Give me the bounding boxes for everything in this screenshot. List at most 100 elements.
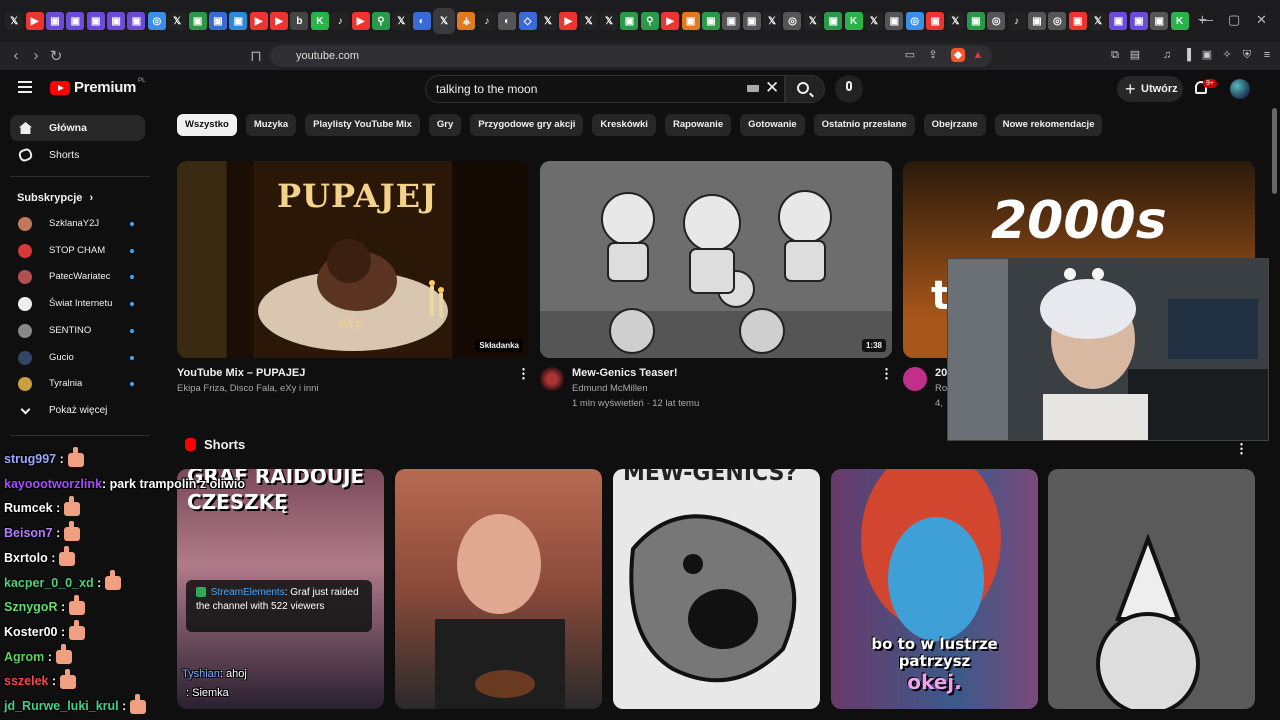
short-card[interactable]: MEW-GENICS?: [613, 469, 820, 709]
browser-tab[interactable]: ▣: [1068, 12, 1087, 30]
video-thumbnail[interactable]: 1:38: [540, 161, 892, 358]
sidebar-subscription[interactable]: Świat Internetu: [10, 291, 145, 317]
wallet-icon[interactable]: ▣: [1200, 48, 1214, 62]
back-icon[interactable]: ‹: [6, 47, 26, 64]
account-avatar[interactable]: [1230, 79, 1250, 99]
browser-tab[interactable]: ▣: [885, 12, 904, 30]
search-button[interactable]: [785, 75, 825, 103]
browser-tab[interactable]: 𝕏: [600, 12, 619, 30]
channel-avatar[interactable]: [903, 367, 927, 391]
voice-search-button[interactable]: [835, 75, 863, 103]
filter-chip[interactable]: Obejrzane: [923, 114, 986, 136]
browser-tab[interactable]: ▣: [188, 12, 207, 30]
browser-tab[interactable]: ◐: [412, 12, 431, 30]
browser-tab[interactable]: K: [310, 12, 329, 30]
filter-chip[interactable]: Przygodowe gry akcji: [470, 114, 584, 136]
sidebar-subscription[interactable]: SzklanaY2J: [10, 211, 145, 237]
browser-tab[interactable]: 𝕏: [803, 12, 822, 30]
browser-tab[interactable]: ⚶: [457, 12, 476, 30]
browser-tab[interactable]: ▣: [127, 12, 146, 30]
reader-icon[interactable]: ▤: [1128, 48, 1142, 62]
browser-tab[interactable]: 𝕏: [433, 8, 456, 34]
browser-tab[interactable]: ◎: [783, 12, 802, 30]
channel-avatar[interactable]: [540, 367, 564, 391]
url-field[interactable]: youtube.com: [270, 45, 992, 67]
browser-tab[interactable]: ▣: [229, 12, 248, 30]
short-card[interactable]: [1048, 469, 1255, 709]
browser-tab[interactable]: ▶: [249, 12, 268, 30]
filter-chip[interactable]: Rapowanie: [664, 114, 732, 136]
brave-shield-icon[interactable]: ◆: [951, 48, 965, 62]
video-channel[interactable]: Ekipa Friza, Disco Fala, eXy i inni: [177, 383, 319, 394]
keyboard-icon[interactable]: [747, 85, 759, 92]
filter-chip[interactable]: Ostatnio przesłane: [813, 114, 915, 136]
sidebar-subscription[interactable]: Gucio: [10, 345, 145, 371]
browser-tab[interactable]: ◎: [987, 12, 1006, 30]
create-button[interactable]: + Utwórz: [1117, 76, 1183, 102]
browser-tab[interactable]: ▶: [559, 12, 578, 30]
hamburger-menu-icon[interactable]: [18, 81, 32, 93]
browser-tab[interactable]: ◎: [1048, 12, 1067, 30]
browser-tab[interactable]: ♪: [1007, 12, 1026, 30]
browser-tab[interactable]: ▣: [1150, 12, 1169, 30]
video-card[interactable]: PUPAJEJ eXy Składanka YouTube Mix – PUPA…: [177, 161, 529, 411]
browser-tab[interactable]: ♪: [331, 12, 350, 30]
video-card[interactable]: 1:38 Mew-Genics Teaser! Edmund McMillen …: [540, 161, 892, 411]
youtube-logo[interactable]: Premium PL: [50, 78, 145, 96]
filter-chip[interactable]: Playlisty YouTube Mix: [305, 114, 420, 136]
vpn-icon[interactable]: ⛨: [1240, 48, 1254, 62]
browser-tab[interactable]: ▣: [722, 12, 741, 30]
browser-tab[interactable]: ▣: [66, 12, 85, 30]
browser-tab[interactable]: ▶: [25, 12, 44, 30]
browser-tab[interactable]: ▣: [966, 12, 985, 30]
browser-tab[interactable]: ◎: [147, 12, 166, 30]
browser-tab[interactable]: ▶: [661, 12, 680, 30]
browser-tab[interactable]: ▣: [926, 12, 945, 30]
video-title[interactable]: YouTube Mix – PUPAJEJ: [177, 367, 305, 379]
video-channel[interactable]: Edmund McMillen: [572, 383, 648, 394]
browser-tab[interactable]: 𝕏: [392, 12, 411, 30]
more-options-icon[interactable]: [885, 367, 888, 380]
sidebar-subscription[interactable]: PatecWariatec: [10, 264, 145, 290]
leo-icon[interactable]: ✧: [1220, 48, 1234, 62]
cast-icon[interactable]: ▭: [903, 48, 917, 62]
filter-chip[interactable]: Nowe rekomendacje: [994, 114, 1103, 136]
browser-tab[interactable]: ▣: [701, 12, 720, 30]
sidebar-item-shorts[interactable]: Shorts: [10, 142, 145, 168]
video-thumbnail[interactable]: PUPAJEJ eXy Składanka: [177, 161, 529, 358]
subscriptions-heading[interactable]: Subskrypcje ›: [17, 192, 93, 204]
video-channel[interactable]: Ro: [935, 383, 947, 394]
reload-icon[interactable]: ↻: [46, 47, 66, 65]
browser-tab[interactable]: ▣: [742, 12, 761, 30]
browser-tab[interactable]: b: [290, 12, 309, 30]
browser-tab[interactable]: ▣: [208, 12, 227, 30]
filter-chip[interactable]: Gry: [428, 114, 462, 136]
filter-chip[interactable]: Kreskówki: [592, 114, 656, 136]
short-card[interactable]: bo to w lustrze patrzysz okej.: [831, 469, 1038, 709]
browser-tab[interactable]: 𝕏: [579, 12, 598, 30]
video-title[interactable]: Mew-Genics Teaser!: [572, 367, 678, 379]
browser-tab[interactable]: 𝕏: [538, 12, 557, 30]
browser-tab[interactable]: ▣: [86, 12, 105, 30]
page-scrollbar[interactable]: [1272, 108, 1277, 194]
browser-tab[interactable]: ▶: [351, 12, 370, 30]
sidebar-subscription[interactable]: STOP CHAM: [10, 238, 145, 264]
sidebar-toggle-icon[interactable]: ▐: [1180, 48, 1194, 62]
browser-tab[interactable]: ▣: [620, 12, 639, 30]
browser-tab[interactable]: ▣: [1027, 12, 1046, 30]
browser-tab[interactable]: ◎: [905, 12, 924, 30]
browser-tab[interactable]: 𝕏: [864, 12, 883, 30]
browser-tab[interactable]: ♪: [477, 12, 496, 30]
browser-tab[interactable]: ▶: [270, 12, 289, 30]
browser-tab[interactable]: ▣: [681, 12, 700, 30]
browser-tab[interactable]: ◇: [518, 12, 537, 30]
browser-tab[interactable]: 𝕏: [1089, 12, 1108, 30]
bookmark-icon[interactable]: ⊓: [246, 47, 266, 65]
browser-tab[interactable]: ⚲: [371, 12, 390, 30]
browser-tab[interactable]: 𝕏: [946, 12, 965, 30]
clear-search-icon[interactable]: ✕: [765, 78, 779, 98]
browser-tab[interactable]: ▣: [45, 12, 64, 30]
sidebar-subscription[interactable]: SENTINO: [10, 318, 145, 344]
shorts-more-options-icon[interactable]: [1240, 442, 1243, 455]
browser-tab[interactable]: ▣: [1109, 12, 1128, 30]
